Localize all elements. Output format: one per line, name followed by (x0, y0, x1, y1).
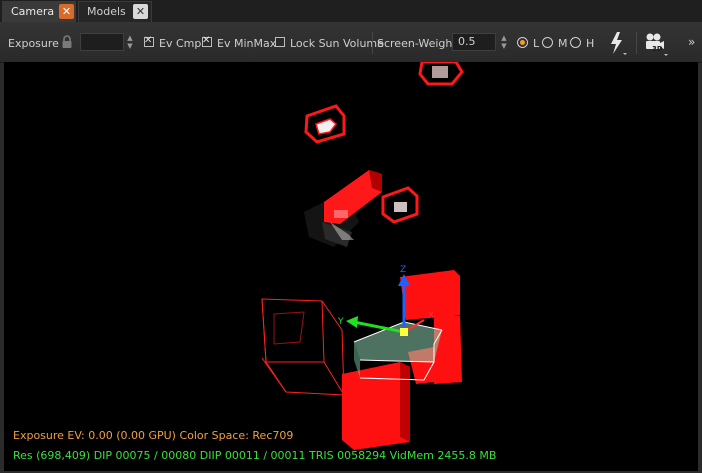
light-gizmo-top (418, 62, 464, 86)
lod-radio-high[interactable] (570, 37, 581, 48)
screen-weight-label: Screen-Weight (377, 37, 457, 50)
close-icon[interactable]: ✕ (59, 4, 74, 19)
hud-stats-line: Res (698,409) DIP 00075 / 00080 DIIP 000… (13, 449, 497, 462)
ev-minmax-checkbox[interactable] (202, 35, 212, 47)
exposure-input[interactable] (80, 33, 124, 51)
tab-camera-label: Camera (11, 5, 55, 18)
lightning-icon (611, 32, 627, 55)
3d-viewport[interactable]: Y Z X Exposure EV: 0.00 (0.00 GPU) Color… (4, 62, 698, 471)
lod-radio-low[interactable] (517, 37, 528, 48)
axis-label-x: X (428, 311, 434, 321)
screen-weight-input[interactable]: 0.5 (452, 33, 496, 51)
ev-cmp-label: Ev Cmp (159, 37, 202, 50)
toolbar-divider (636, 32, 637, 54)
tab-bar: Camera ✕ Models ✕ (0, 0, 702, 22)
lock-sun-volume-label: Lock Sun Volume (290, 37, 384, 50)
tab-camera[interactable]: Camera ✕ (2, 1, 76, 22)
exposure-label: Exposure (8, 37, 59, 50)
exposure-spin-down[interactable]: ▼ (125, 42, 135, 50)
lod-label-high: H (586, 37, 595, 50)
lod-radio-medium[interactable] (542, 37, 553, 48)
ev-cmp-checkbox[interactable] (144, 35, 154, 47)
light-volume-wireframe (261, 298, 345, 396)
lock-sun-volume-checkbox[interactable] (275, 37, 285, 47)
light-gizmo-cube (381, 186, 419, 224)
lod-label-medium: M (558, 37, 568, 50)
camera-toolbar: Exposure ▲ ▼ Ev Cmp Ev MinMax Lock Sun V… (0, 22, 702, 63)
axis-label-y: Y (337, 317, 344, 327)
tab-models[interactable]: Models ✕ (78, 1, 152, 22)
lod-label-low: L (533, 37, 540, 50)
scene-render: Y Z X (261, 62, 464, 450)
toolbar-divider (372, 32, 373, 54)
exposure-spin-up[interactable]: ▲ (125, 34, 135, 42)
axis-label-z: Z (400, 265, 406, 275)
lighting-menu-button[interactable] (608, 31, 628, 57)
camera-3d-icon (646, 33, 668, 56)
view-mode-badge: 3D (652, 45, 663, 53)
screen-weight-spin-down[interactable]: ▼ (499, 42, 509, 50)
camera-3d-button[interactable]: 3D (643, 31, 669, 57)
screen-weight-spin-up[interactable]: ▲ (499, 34, 509, 42)
light-gizmo-cube (304, 104, 346, 144)
lock-icon[interactable] (61, 35, 73, 52)
ev-minmax-label: Ev MinMax (217, 37, 277, 50)
close-icon[interactable]: ✕ (133, 4, 148, 19)
overflow-chevron-icon[interactable]: » (688, 35, 695, 49)
tab-models-label: Models (87, 5, 126, 18)
hud-exposure-line: Exposure EV: 0.00 (0.00 GPU) Color Space… (13, 429, 294, 442)
